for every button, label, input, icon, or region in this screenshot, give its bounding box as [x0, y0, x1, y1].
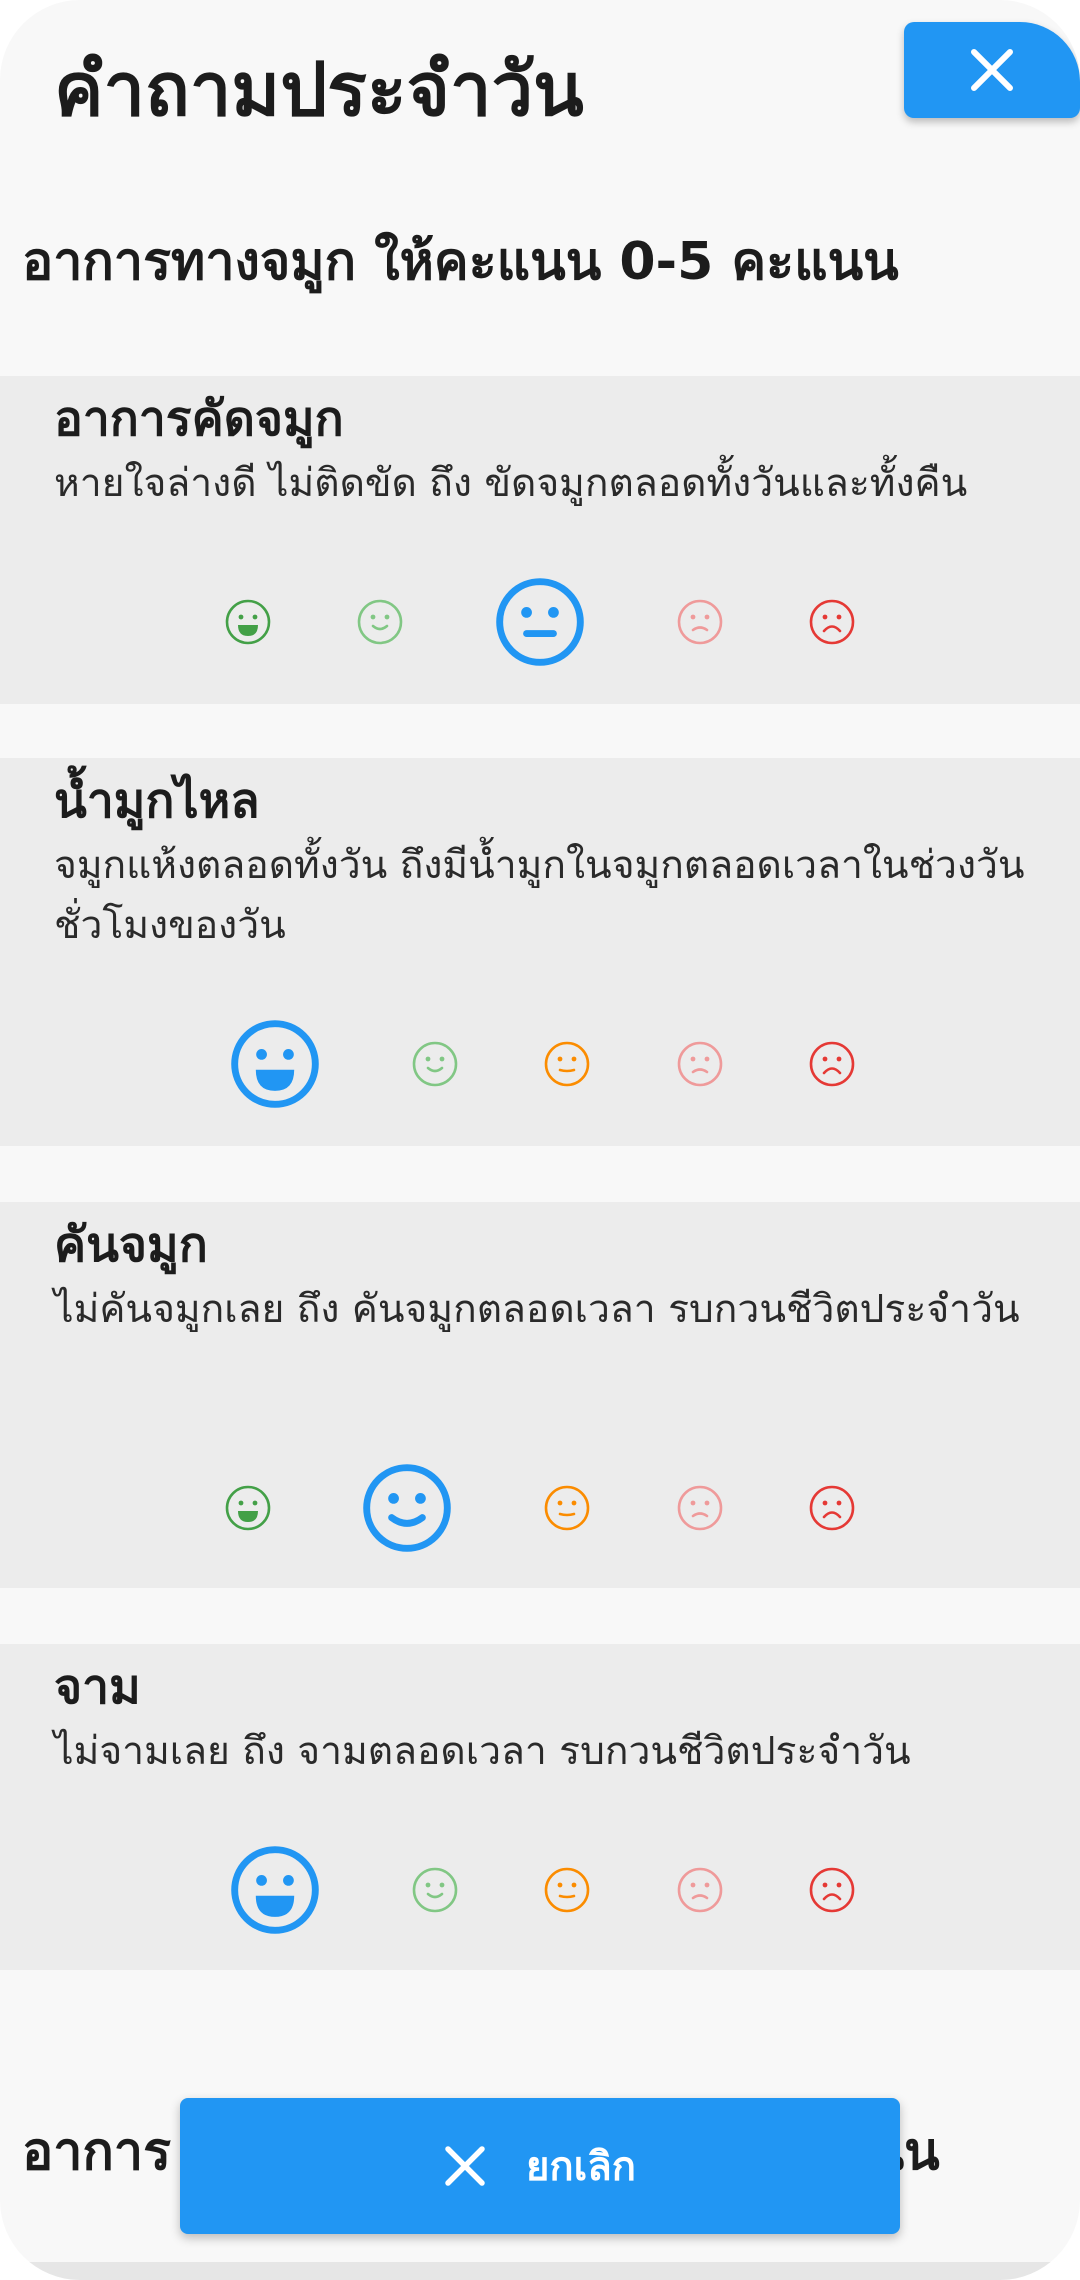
close-button[interactable]: [904, 22, 1080, 118]
very-sad-face-icon[interactable]: [807, 1039, 857, 1089]
neutral-face-icon[interactable]: [542, 1483, 592, 1533]
very-happy-face-icon[interactable]: [223, 1483, 273, 1533]
sad-face-icon[interactable]: [675, 1865, 725, 1915]
section-heading: อาการทางจมูก ให้คะแนน 0-5 คะแนน: [22, 232, 899, 292]
question-card-sneezing: จาม ไม่จามเลย ถึง จามตลอดเวลา รบกวนชีวิต…: [0, 1644, 1080, 1970]
neutral-face-icon[interactable]: [542, 1865, 592, 1915]
question-description: ไม่คันจมูกเลย ถึง คันจมูกตลอดเวลา รบกวนช…: [54, 1287, 1020, 1332]
bottom-divider: [0, 2262, 1080, 2280]
question-title: น้ำมูกไหล: [54, 773, 260, 829]
question-description: จมูกแห้งตลอดทั้งวัน ถึงมีน้ำมูกในจมูกตลอ…: [54, 843, 1025, 948]
question-card-itchy-nose: คันจมูก ไม่คันจมูกเลย ถึง คันจมูกตลอดเวล…: [0, 1202, 1080, 1588]
very-sad-face-icon[interactable]: [807, 597, 857, 647]
question-description: หายใจล่างดี ไม่ติดขัด ถึง ขัดจมูกตลอดทั้…: [54, 461, 968, 506]
happy-face-icon[interactable]: [359, 1460, 455, 1556]
question-card-runny-nose: น้ำมูกไหล จมูกแห้งตลอดทั้งวัน ถึงมีน้ำมู…: [0, 758, 1080, 1146]
question-title: อาการคัดจมูก: [54, 391, 344, 447]
neutral-face-icon[interactable]: [542, 1039, 592, 1089]
close-icon: [971, 49, 1013, 91]
question-title: จาม: [54, 1659, 141, 1715]
dialog-title: คำถามประจำวัน: [54, 47, 584, 133]
happy-face-icon[interactable]: [355, 597, 405, 647]
close-icon: [445, 2146, 485, 2186]
sad-face-icon[interactable]: [675, 1039, 725, 1089]
question-card-congestion: อาการคัดจมูก หายใจล่างดี ไม่ติดขัด ถึง ข…: [0, 376, 1080, 704]
question-title: คันจมูก: [54, 1217, 208, 1273]
question-description: ไม่จามเลย ถึง จามตลอดเวลา รบกวนชีวิตประจ…: [54, 1729, 911, 1774]
very-happy-face-icon[interactable]: [227, 1842, 323, 1938]
happy-face-icon[interactable]: [410, 1865, 460, 1915]
rating-row: [0, 1014, 1080, 1114]
neutral-face-icon[interactable]: [492, 574, 588, 670]
sad-face-icon[interactable]: [675, 597, 725, 647]
rating-row: [0, 1840, 1080, 1940]
cancel-label: ยกเลิก: [525, 2144, 637, 2190]
very-happy-face-icon[interactable]: [227, 1016, 323, 1112]
sad-face-icon[interactable]: [675, 1483, 725, 1533]
cancel-button[interactable]: ยกเลิก: [180, 2098, 900, 2234]
very-sad-face-icon[interactable]: [807, 1483, 857, 1533]
daily-question-dialog: คำถามประจำวัน อาการทางจมูก ให้คะแนน 0-5 …: [0, 0, 1080, 2280]
happy-face-icon[interactable]: [410, 1039, 460, 1089]
rating-row: [0, 1458, 1080, 1558]
next-heading-left: อาการ: [22, 2122, 172, 2182]
rating-row: [0, 572, 1080, 672]
very-sad-face-icon[interactable]: [807, 1865, 857, 1915]
very-happy-face-icon[interactable]: [223, 597, 273, 647]
